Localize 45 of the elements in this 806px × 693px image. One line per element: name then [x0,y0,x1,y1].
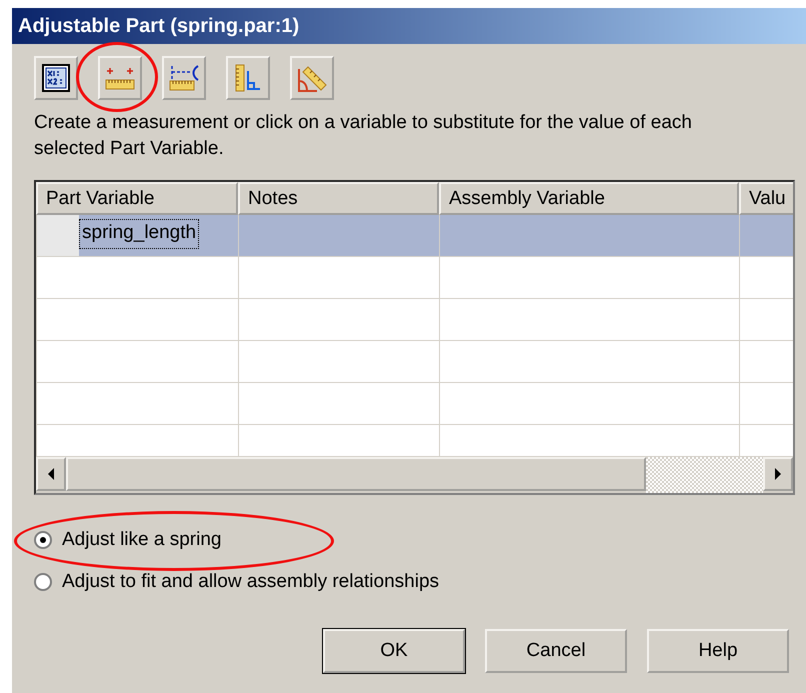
table-cell[interactable] [439,299,739,341]
table-cell[interactable] [439,383,739,425]
table-cell[interactable] [739,215,793,257]
dialog-button[interactable]: OK [323,629,465,673]
table-cell[interactable] [439,257,739,299]
right-arrow-icon [774,468,782,480]
ruler-dimension-icon [168,64,200,92]
table-cell[interactable] [238,299,439,341]
table-cell[interactable] [238,341,439,383]
column-header[interactable]: Notes [238,182,439,215]
table-cell[interactable] [439,215,739,257]
toolbar-button[interactable] [34,56,78,100]
instruction-text: Create a measurement or click on a variable to substitute for the value of each selected Part Variable. [34,111,693,161]
ruler-corner-icon [233,63,263,93]
scroll-left-button[interactable] [36,457,66,491]
dialog-button[interactable]: Help [647,629,789,673]
window-title: Adjustable Part (spring.par:1) [18,14,300,38]
dialog-button[interactable]: Cancel [485,629,627,673]
table-cell[interactable] [36,299,238,341]
left-arrow-icon [47,468,55,480]
column-header[interactable]: Assembly Variable [439,182,739,215]
table-cell[interactable]: spring_length [79,219,200,249]
column-header[interactable]: Valu [739,182,793,215]
scroll-right-button[interactable] [763,457,793,491]
radio-button[interactable] [34,531,52,549]
table-cell[interactable] [739,299,793,341]
table-cell[interactable] [739,257,793,299]
table-cell[interactable] [739,383,793,425]
toolbar-button[interactable] [162,56,206,100]
radio-button[interactable] [34,573,52,591]
table-cell[interactable] [36,341,238,383]
horizontal-scrollbar[interactable] [36,456,793,493]
row-header[interactable] [37,215,79,256]
table-cell[interactable] [238,215,439,257]
table-cell[interactable] [36,383,238,425]
scroll-thumb[interactable] [66,457,646,491]
radio-label[interactable]: Adjust to fit and allow assembly relationships [62,571,440,593]
table-cell[interactable] [238,383,439,425]
radio-label[interactable]: Adjust like a spring [62,529,222,551]
table-cell[interactable] [439,341,739,383]
table-cell[interactable] [238,257,439,299]
table-cell[interactable] [36,257,238,299]
variable-list-icon [42,64,70,92]
table-cell[interactable] [739,341,793,383]
column-header[interactable]: Part Variable [36,182,238,215]
